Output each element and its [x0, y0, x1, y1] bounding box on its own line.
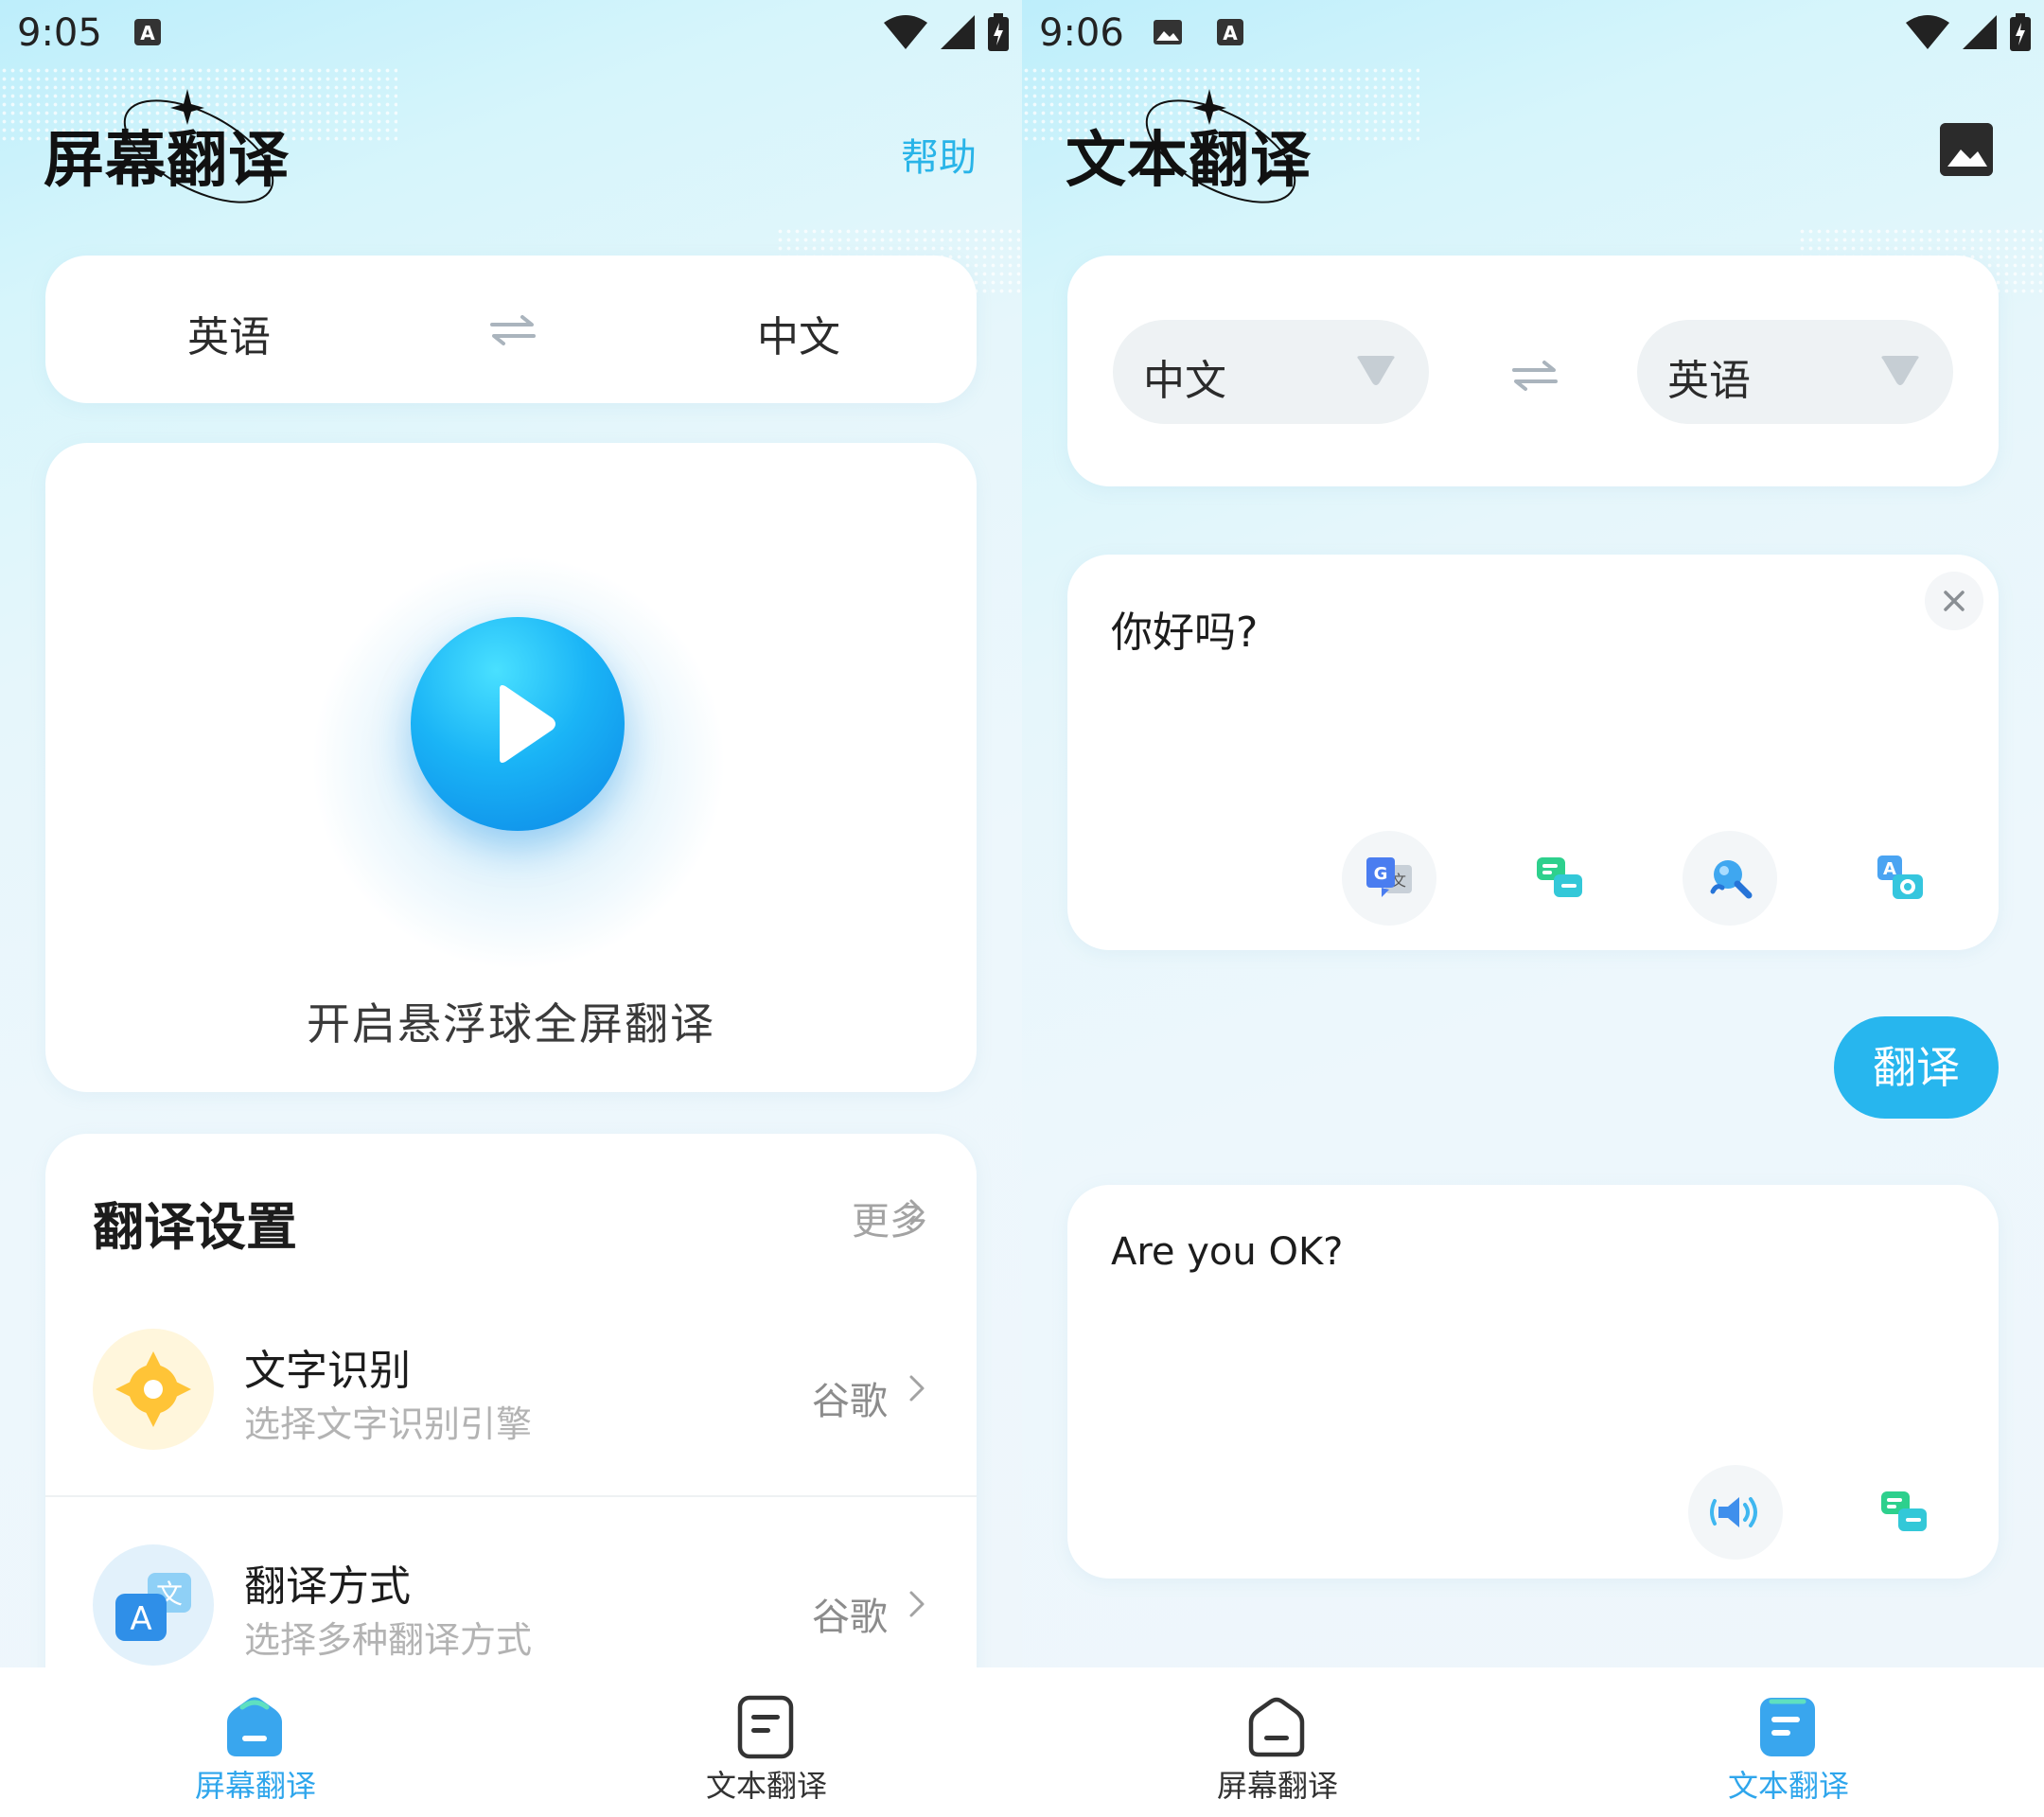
row-title: 文字识别 — [244, 1347, 411, 1395]
nav-label: 屏幕翻译 — [194, 1768, 316, 1804]
gallery-notification-icon — [1154, 20, 1182, 44]
svg-text:A: A — [130, 1600, 151, 1638]
settings-title: 翻译设置 — [93, 1197, 297, 1257]
wifi-icon — [884, 15, 927, 49]
dropdown-triangle-icon — [1881, 356, 1919, 385]
target-language-dropdown[interactable]: 英语 — [1637, 320, 1953, 424]
chat-bubbles-icon — [1881, 1491, 1927, 1531]
status-bar: 9:06 A — [1022, 0, 2044, 68]
nav-screen-translate[interactable]: 屏幕翻译 — [1022, 1667, 1533, 1817]
language-selector-card: 英语 中文 — [45, 256, 977, 403]
row-subtitle: 选择多种翻译方式 — [244, 1619, 533, 1661]
translate-a-icon: 文 A — [93, 1544, 214, 1666]
translated-text: Are you OK? — [1111, 1230, 1344, 1274]
home-screen-icon — [227, 1697, 282, 1756]
row-title: 翻译方式 — [244, 1562, 411, 1611]
search-button[interactable] — [1683, 831, 1777, 926]
page-title: 屏幕翻译 — [44, 126, 290, 196]
target-language: 英语 — [1667, 357, 1751, 405]
play-icon — [500, 685, 555, 763]
dialog-translate-button[interactable] — [1857, 1465, 1951, 1560]
camera-translate-icon: A — [1877, 856, 1923, 899]
bottom-nav: 屏幕翻译 文本翻译 — [1022, 1667, 2044, 1817]
source-language[interactable]: 英语 — [187, 303, 271, 363]
document-icon — [1760, 1698, 1815, 1756]
signal-icon — [941, 15, 975, 49]
battery-icon — [2010, 13, 2031, 51]
svg-text:G: G — [1374, 864, 1388, 884]
source-language: 中文 — [1143, 357, 1226, 405]
screen-translate-screen: 9:05 A 屏幕翻译 帮助 英语 中文 开启悬浮球全屏翻译 翻译设置 更多 文… — [0, 0, 1022, 1817]
google-translate-button[interactable]: 文 G — [1342, 831, 1436, 926]
ocr-target-icon — [93, 1329, 214, 1450]
keyboard-a-icon: A — [134, 19, 161, 45]
image-icon[interactable] — [1940, 123, 1993, 176]
nav-text-translate[interactable]: 文本翻译 — [1533, 1667, 2044, 1817]
nav-text-translate[interactable]: 文本翻译 — [511, 1667, 1022, 1817]
help-link[interactable]: 帮助 — [901, 127, 977, 182]
status-time: 9:06 — [1039, 11, 1124, 55]
row-value: 谷歌 — [812, 1380, 888, 1423]
document-icon — [737, 1695, 794, 1759]
search-magnifier-icon — [1710, 860, 1753, 899]
dialog-translate-button[interactable] — [1512, 831, 1607, 926]
svg-text:A: A — [140, 22, 155, 44]
page-title: 文本翻译 — [1066, 126, 1312, 196]
chevron-right-icon — [909, 1591, 925, 1617]
bottom-nav: 屏幕翻译 文本翻译 — [0, 1667, 1022, 1817]
speaker-icon — [1710, 1497, 1757, 1527]
source-language-dropdown[interactable]: 中文 — [1113, 320, 1429, 424]
float-ball-label: 开启悬浮球全屏翻译 — [307, 998, 715, 1050]
nav-label: 文本翻译 — [1727, 1768, 1849, 1804]
row-subtitle: 选择文字识别引擎 — [244, 1403, 533, 1445]
chevron-right-icon — [909, 1199, 925, 1226]
target-language[interactable]: 中文 — [757, 303, 840, 363]
chat-bubbles-icon — [1537, 857, 1582, 897]
translate-button[interactable]: 翻译 — [1834, 1016, 1999, 1119]
dropdown-triangle-icon — [1357, 356, 1395, 385]
clear-button[interactable] — [1925, 572, 1983, 630]
nav-label: 文本翻译 — [705, 1768, 827, 1804]
keyboard-a-icon: A — [1217, 19, 1243, 45]
source-text-input[interactable]: 你好吗? — [1111, 598, 1258, 659]
row-value: 谷歌 — [812, 1596, 888, 1639]
signal-icon — [1963, 15, 1997, 49]
start-float-ball-button[interactable] — [411, 617, 625, 831]
google-translate-icon: 文 G — [1366, 857, 1412, 897]
status-time: 9:05 — [17, 11, 102, 55]
battery-icon — [988, 13, 1009, 51]
swap-arrows-icon[interactable] — [490, 314, 536, 346]
swap-arrows-icon[interactable] — [1512, 360, 1558, 392]
svg-text:A: A — [1223, 22, 1238, 44]
close-icon — [1944, 591, 1965, 611]
speak-button[interactable] — [1688, 1465, 1783, 1560]
chevron-right-icon — [909, 1375, 925, 1402]
nav-label: 屏幕翻译 — [1216, 1768, 1338, 1804]
home-screen-icon — [1248, 1697, 1305, 1757]
wifi-icon — [1906, 15, 1949, 49]
camera-translate-button[interactable]: A — [1853, 831, 1947, 926]
status-bar: 9:05 A — [0, 0, 1022, 68]
nav-screen-translate[interactable]: 屏幕翻译 — [0, 1667, 511, 1817]
divider — [45, 1495, 977, 1497]
